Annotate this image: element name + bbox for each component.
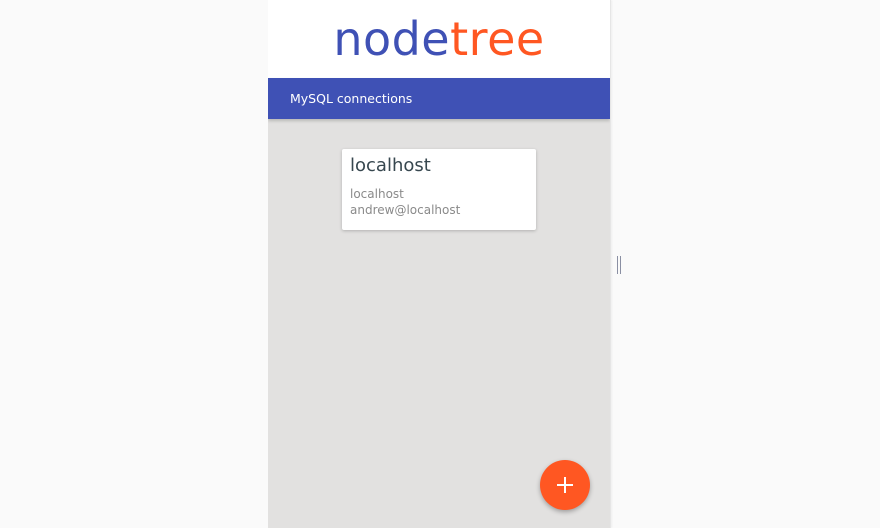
brand-header: nodetree — [268, 0, 610, 78]
connection-name: localhost — [350, 155, 431, 176]
connection-user: andrew@localhost — [350, 203, 461, 217]
connection-card-localhost[interactable]: localhost localhost andrew@localhost — [342, 149, 536, 230]
logo-part-tree: tree — [450, 12, 545, 66]
toolbar-title: MySQL connections — [290, 91, 413, 106]
logo-part-node: node — [333, 12, 451, 66]
connection-host: localhost — [350, 187, 404, 201]
drag-handle-icon[interactable] — [616, 256, 622, 274]
toolbar: MySQL connections — [268, 78, 610, 119]
nodetree-logo: nodetree — [333, 16, 544, 62]
add-connection-button[interactable] — [540, 460, 590, 510]
app-panel: nodetree MySQL connections localhost loc… — [268, 0, 611, 528]
plus-icon — [557, 477, 573, 493]
